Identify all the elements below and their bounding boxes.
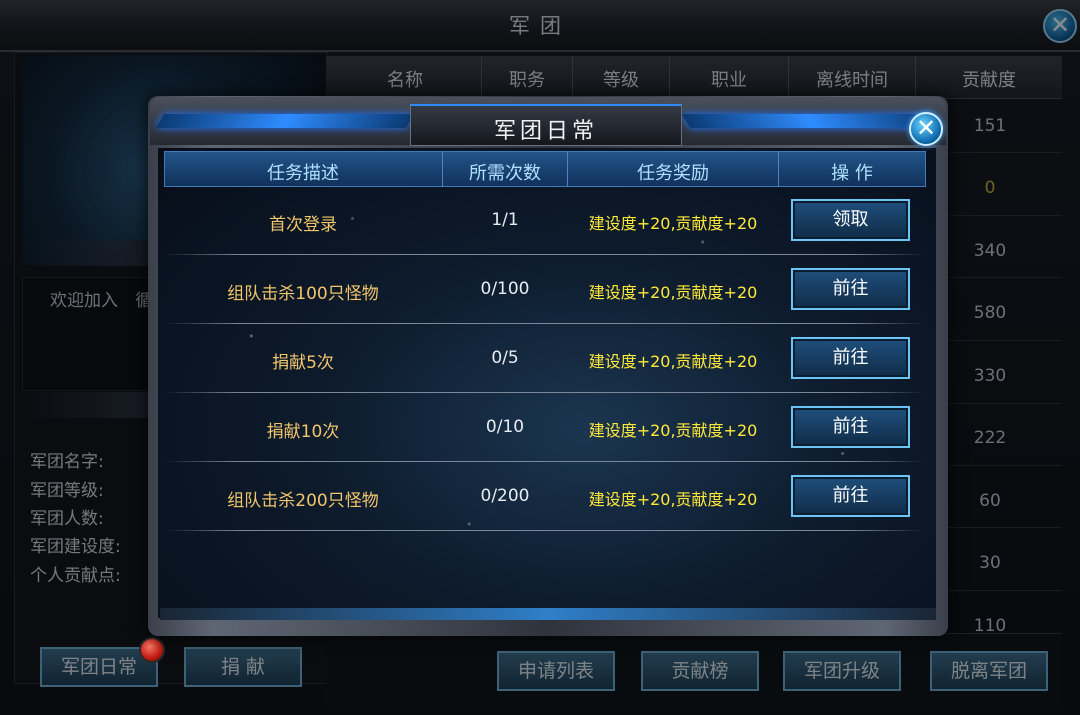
label-guild-members: 军团人数: — [30, 509, 104, 529]
header-required-count: 所需次数 — [469, 163, 541, 184]
header-action: 操 作 — [831, 163, 873, 184]
go-button[interactable]: 前往 — [791, 337, 910, 379]
member-contribution: 222 — [973, 428, 1007, 448]
task-description: 组队击杀200只怪物 — [227, 491, 379, 511]
announcement-text: 欢迎加入 循 — [50, 286, 152, 311]
label-guild-name: 军团名字: — [30, 452, 104, 472]
apply-list-button[interactable]: 申请列表 — [497, 651, 615, 691]
member-contribution: 580 — [973, 303, 1007, 323]
task-description: 首次登录 — [269, 215, 337, 235]
task-progress: 0/100 — [480, 279, 530, 299]
member-contribution: 340 — [973, 241, 1007, 261]
column-position[interactable]: 职务 — [482, 66, 572, 92]
label-guild-level: 军团等级: — [30, 481, 104, 501]
task-progress: 0/5 — [491, 348, 519, 368]
task-reward: 建设度+20,贡献度+20 — [588, 352, 758, 371]
task-progress: 0/200 — [480, 486, 530, 506]
notification-dot-icon — [139, 637, 165, 663]
row-divider — [164, 323, 926, 324]
column-offline-time[interactable]: 离线时间 — [789, 66, 915, 92]
leave-guild-button[interactable]: 脱离军团 — [930, 651, 1048, 691]
contribution-rank-button[interactable]: 贡献榜 — [641, 651, 759, 691]
task-reward: 建设度+20,贡献度+20 — [588, 214, 758, 233]
header-task-reward: 任务奖励 — [637, 163, 709, 184]
guild-window-close-icon[interactable]: ✕ — [1043, 9, 1077, 43]
task-reward: 建设度+20,贡献度+20 — [588, 283, 758, 302]
member-contribution: 30 — [979, 553, 1001, 573]
guild-upgrade-button[interactable]: 军团升级 — [783, 651, 901, 691]
task-reward: 建设度+20,贡献度+20 — [588, 421, 758, 440]
member-contribution: 151 — [973, 116, 1007, 136]
row-divider — [164, 254, 926, 255]
claim-button[interactable]: 领取 — [791, 199, 910, 241]
column-name[interactable]: 名称 — [360, 66, 450, 92]
label-guild-construction: 军团建设度: — [30, 537, 121, 557]
dialog-bottom-trim — [160, 608, 936, 620]
task-description: 捐献5次 — [272, 353, 334, 373]
column-contribution[interactable]: 贡献度 — [916, 66, 1062, 92]
task-progress: 1/1 — [491, 210, 519, 230]
task-reward: 建设度+20,贡献度+20 — [588, 490, 758, 509]
guild-window-title: 军团 — [509, 14, 571, 38]
announcement-welcome: 欢迎加入 — [50, 291, 118, 311]
column-class[interactable]: 职业 — [670, 66, 788, 92]
row-divider — [164, 530, 926, 531]
column-level[interactable]: 等级 — [573, 66, 669, 92]
task-description: 捐献10次 — [266, 422, 340, 442]
member-contribution: 0 — [984, 178, 996, 198]
dialog-header-wing-left — [155, 114, 415, 128]
go-button[interactable]: 前往 — [791, 475, 910, 517]
label-personal-contribution: 个人贡献点: — [30, 566, 121, 586]
task-progress: 0/10 — [485, 417, 525, 437]
row-divider — [164, 392, 926, 393]
row-divider — [164, 461, 926, 462]
go-button[interactable]: 前往 — [791, 268, 910, 310]
dialog-header-wing-right — [681, 114, 941, 128]
go-button[interactable]: 前往 — [791, 406, 910, 448]
header-task-description: 任务描述 — [267, 163, 339, 184]
donate-button[interactable]: 捐 献 — [184, 647, 302, 687]
dialog-close-icon[interactable]: ✕ — [909, 112, 943, 146]
member-contribution: 60 — [979, 491, 1001, 511]
dialog-title: 军团日常 — [493, 119, 598, 144]
task-description: 组队击杀100只怪物 — [227, 284, 379, 304]
member-contribution: 330 — [973, 366, 1007, 386]
